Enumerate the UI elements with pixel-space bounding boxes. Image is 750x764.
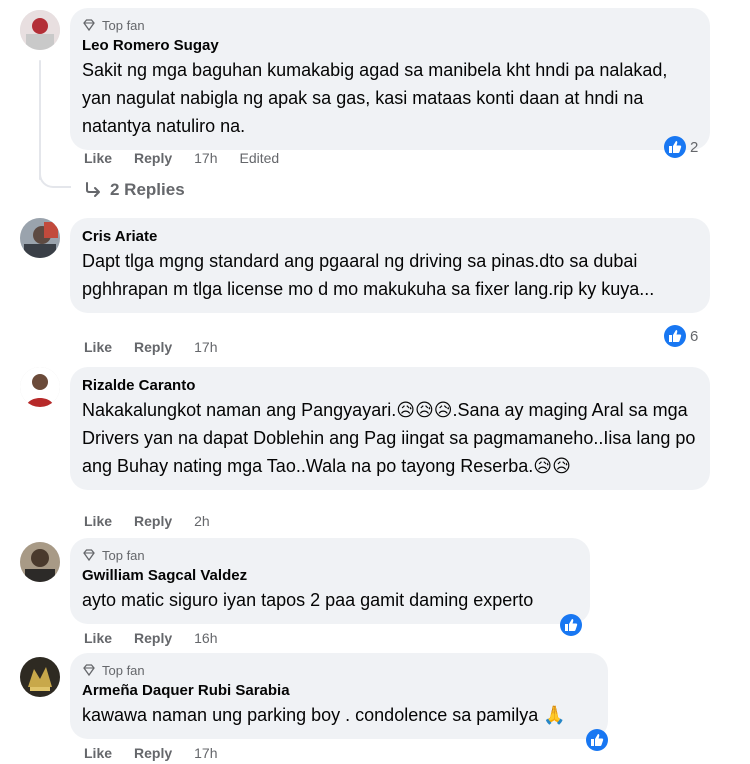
comment-author[interactable]: Armeña Daquer Rubi Sarabia xyxy=(82,681,596,701)
avatar[interactable] xyxy=(20,542,60,582)
badge-label: Top fan xyxy=(102,17,145,33)
comment-text: Nakakalungkot naman ang Pangyayari.😥😥😥.S… xyxy=(82,400,696,476)
reply-button[interactable]: Reply xyxy=(134,745,172,761)
like-reaction-icon xyxy=(664,136,686,158)
thread-curve xyxy=(39,158,71,188)
comment-text: Dapt tlga mgng standard ang pgaaral ng d… xyxy=(82,251,655,299)
comment-bubble: Rizalde Caranto Nakakalungkot naman ang … xyxy=(70,367,710,490)
like-button[interactable]: Like xyxy=(84,339,112,355)
avatar[interactable] xyxy=(20,367,60,407)
reply-button[interactable]: Reply xyxy=(134,513,172,529)
top-fan-badge: Top fan xyxy=(82,547,578,563)
reaction-summary[interactable] xyxy=(586,729,608,751)
timestamp[interactable]: 2h xyxy=(194,513,210,529)
like-reaction-icon xyxy=(586,729,608,751)
reply-button[interactable]: Reply xyxy=(134,150,172,166)
avatar[interactable] xyxy=(20,218,60,258)
reply-arrow-icon xyxy=(86,182,100,197)
badge-label: Top fan xyxy=(102,547,145,563)
comment-text: ayto matic siguro iyan tapos 2 paa gamit… xyxy=(82,590,534,610)
timestamp[interactable]: 17h xyxy=(194,339,217,355)
diamond-icon xyxy=(83,19,95,32)
reaction-count: 6 xyxy=(690,327,699,345)
timestamp[interactable]: 17h xyxy=(194,745,217,761)
like-button[interactable]: Like xyxy=(84,745,112,761)
badge-label: Top fan xyxy=(102,662,145,678)
reaction-count: 2 xyxy=(690,138,699,156)
comment-text: Sakit ng mga baguhan kumakabig agad sa m… xyxy=(82,60,668,136)
top-fan-badge: Top fan xyxy=(82,17,698,33)
comment-bubble: Top fan Armeña Daquer Rubi Sarabia kawaw… xyxy=(70,653,608,739)
replies-label: 2 Replies xyxy=(110,180,185,199)
like-button[interactable]: Like xyxy=(84,150,112,166)
view-replies-link[interactable]: 2 Replies xyxy=(84,180,185,200)
comment-bubble: Top fan Leo Romero Sugay Sakit ng mga ba… xyxy=(70,8,710,150)
comment-bubble: Cris Ariate Dapt tlga mgng standard ang … xyxy=(70,218,710,313)
avatar[interactable] xyxy=(20,10,60,50)
comment-bubble: Top fan Gwilliam Sagcal Valdez ayto mati… xyxy=(70,538,590,624)
like-button[interactable]: Like xyxy=(84,630,112,646)
comment-author[interactable]: Leo Romero Sugay xyxy=(82,36,698,56)
comment-author[interactable]: Rizalde Caranto xyxy=(82,376,698,396)
comment-author[interactable]: Gwilliam Sagcal Valdez xyxy=(82,566,578,586)
reaction-summary[interactable] xyxy=(560,614,582,636)
comment-actions: Like Reply 17h Edited xyxy=(84,150,301,166)
comment-actions: Like Reply 17h xyxy=(84,339,240,355)
like-button[interactable]: Like xyxy=(84,513,112,529)
reply-button[interactable]: Reply xyxy=(134,630,172,646)
edited-label: Edited xyxy=(239,150,280,166)
reply-button[interactable]: Reply xyxy=(134,339,172,355)
top-fan-badge: Top fan xyxy=(82,662,596,678)
comment-actions: Like Reply 17h xyxy=(84,745,240,761)
timestamp[interactable]: 17h xyxy=(194,150,217,166)
timestamp[interactable]: 16h xyxy=(194,630,217,646)
reaction-summary[interactable]: 6 xyxy=(664,325,698,347)
comment-actions: Like Reply 16h xyxy=(84,630,240,646)
like-reaction-icon xyxy=(664,325,686,347)
like-reaction-icon xyxy=(560,614,582,636)
diamond-icon xyxy=(83,664,95,677)
comment-author[interactable]: Cris Ariate xyxy=(82,227,698,247)
diamond-icon xyxy=(83,549,95,562)
avatar[interactable] xyxy=(20,657,60,697)
comment-text: kawawa naman ung parking boy . condolenc… xyxy=(82,705,566,725)
reaction-summary[interactable]: 2 xyxy=(664,136,698,158)
comment-actions: Like Reply 2h xyxy=(84,513,232,529)
